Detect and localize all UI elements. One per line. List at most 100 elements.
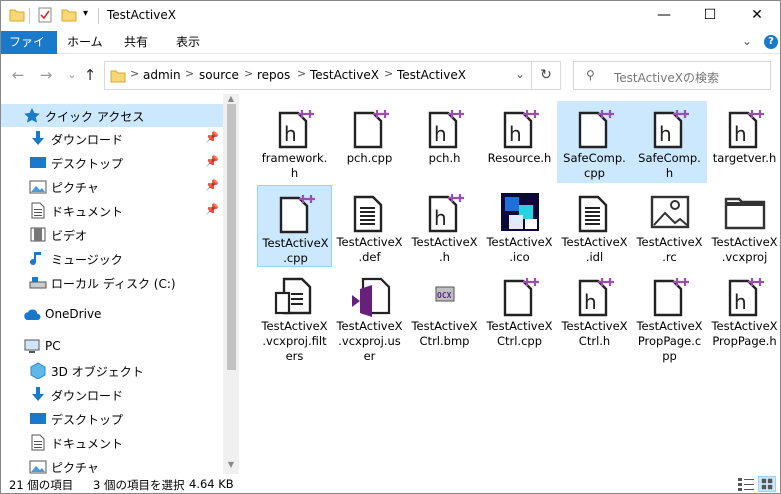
file-name-line: h <box>290 166 299 180</box>
file-name: TestActiveX .def <box>332 235 407 265</box>
file-item[interactable]: h pch.h <box>407 101 482 183</box>
sidebar-item-pictures[interactable]: ピクチャ 📌 <box>1 175 223 198</box>
file-item[interactable]: TestActiveX .rc <box>632 185 707 267</box>
file-name-line: TestActiveX <box>486 319 553 333</box>
breadcrumb-testactivex-current[interactable]: TestActiveX <box>397 68 466 82</box>
file-item[interactable]: TestActiveX .idl <box>557 185 632 267</box>
search-input[interactable]: TestActiveXの検索 <box>614 69 719 86</box>
sidebar-item-video[interactable]: ビデオ <box>1 223 223 246</box>
breadcrumb-separator[interactable]: > <box>244 67 253 80</box>
file-name: TestActiveX .vcxproj <box>707 235 780 265</box>
breadcrumb-separator[interactable]: > <box>297 67 306 80</box>
sidebar-item-label: PC <box>45 339 61 353</box>
file-item[interactable]: h TestActiveX .h <box>407 185 482 267</box>
breadcrumb-separator[interactable]: > <box>185 67 194 80</box>
breadcrumb-repos[interactable]: repos <box>257 68 290 82</box>
sidebar-item-documents[interactable]: ドキュメント <box>1 431 223 454</box>
sidebar-item-label: ダウンロード <box>51 133 124 147</box>
file-item[interactable]: pch.cpp <box>332 101 407 183</box>
sidebar-scrollbar[interactable]: ▲ ▼ <box>223 94 239 474</box>
help-icon[interactable]: ? <box>764 35 778 49</box>
folder-icon[interactable] <box>9 7 25 25</box>
file-item[interactable]: h TestActiveX Ctrl.h <box>557 269 632 351</box>
tab-home[interactable]: ホーム <box>57 31 113 54</box>
sidebar-item-desktop[interactable]: デスクトップ <box>1 407 223 430</box>
file-name-line: .ico <box>509 250 530 264</box>
address-bar[interactable]: > admin > source > repos > TestActiveX >… <box>104 61 532 90</box>
file-h-icon: h <box>428 194 464 233</box>
file-item[interactable]: OCX TestActiveX Ctrl.bmp <box>407 269 482 351</box>
sidebar-item-music[interactable]: ミュージック <box>1 247 223 270</box>
scrollbar-thumb[interactable] <box>227 104 236 370</box>
tab-file[interactable]: ファイル <box>1 31 57 71</box>
documents-icon <box>31 202 45 219</box>
quick-access-dropdown-icon[interactable]: ▾ <box>83 8 88 19</box>
sidebar-item-star[interactable]: クイック アクセス <box>1 104 223 127</box>
svg-text:h: h <box>284 122 297 146</box>
svg-text:h: h <box>734 290 747 314</box>
file-item[interactable]: TestActiveX .vcxproj.filt ers <box>257 269 332 363</box>
forward-button[interactable]: → <box>37 66 55 84</box>
file-name-line: Ctrl.h <box>578 334 611 348</box>
file-item[interactable]: TestActiveX .def <box>332 185 407 267</box>
maximize-button[interactable]: ☐ <box>687 1 733 31</box>
breadcrumb-admin[interactable]: admin <box>143 68 181 82</box>
search-box[interactable]: ⚲ TestActiveXの検索 <box>573 61 771 90</box>
minimize-button[interactable]: — <box>641 1 687 31</box>
new-folder-icon[interactable] <box>61 7 77 25</box>
details-view-icon[interactable] <box>737 476 755 492</box>
file-item[interactable]: SafeComp. cpp <box>557 101 632 183</box>
file-item[interactable]: TestActiveX .cpp <box>257 185 332 267</box>
address-dropdown-icon[interactable]: ⌄ <box>515 67 525 81</box>
file-view: h framework. h pch.cpp h pch.h h Resource.h Safe… <box>239 94 780 474</box>
file-name: TestActiveX .h <box>407 235 482 265</box>
breadcrumb-separator[interactable]: > <box>384 67 393 80</box>
file-name: TestActiveX PropPage.c pp <box>632 319 707 364</box>
sidebar-item-cloud[interactable]: OneDrive <box>1 303 223 326</box>
breadcrumb-source[interactable]: source <box>199 68 239 82</box>
back-button[interactable]: ← <box>9 66 27 84</box>
file-item[interactable]: h TestActiveX PropPage.h <box>707 269 780 351</box>
breadcrumb-separator[interactable]: > <box>130 67 139 80</box>
file-item[interactable]: h SafeComp. h <box>632 101 707 183</box>
sidebar-item-documents[interactable]: ドキュメント 📌 <box>1 199 223 222</box>
file-item[interactable]: TestActiveX .vcxproj.us er <box>332 269 407 363</box>
file-item[interactable]: TestActiveX .ico <box>482 185 557 267</box>
close-button[interactable]: ✕ <box>734 1 780 31</box>
scroll-down-arrow[interactable]: ▼ <box>223 460 239 472</box>
file-item[interactable]: h Resource.h <box>482 101 557 183</box>
properties-icon[interactable] <box>37 7 53 25</box>
sidebar-item-pc[interactable]: PC <box>1 335 223 358</box>
refresh-button[interactable]: ↻ <box>532 61 561 90</box>
pin-icon: 📌 <box>205 179 219 192</box>
recent-locations-icon[interactable]: ⌄ <box>63 66 81 84</box>
file-item[interactable]: TestActiveX .vcxproj <box>707 185 780 267</box>
sidebar-item-download[interactable]: ダウンロード <box>1 383 223 406</box>
breadcrumb-testactivex-parent[interactable]: TestActiveX <box>310 68 379 82</box>
large-icons-view-icon[interactable] <box>758 476 776 492</box>
music-icon <box>30 252 41 266</box>
sidebar-item-desktop[interactable]: デスクトップ 📌 <box>1 151 223 174</box>
tab-view[interactable]: 表示 <box>166 31 210 54</box>
file-name: SafeComp. cpp <box>557 151 632 181</box>
desktop-icon <box>30 413 46 424</box>
file-item[interactable]: h targetver.h <box>707 101 780 183</box>
up-button[interactable]: ↑ <box>81 66 99 84</box>
sidebar-item-download[interactable]: ダウンロード 📌 <box>1 127 223 150</box>
sidebar-item-label: ピクチャ <box>51 181 99 195</box>
pc-icon <box>24 339 40 353</box>
file-item[interactable]: h framework. h <box>257 101 332 183</box>
window-title: TestActiveX <box>107 8 176 22</box>
sidebar-item-drive[interactable]: ローカル ディスク (C:) <box>1 271 223 294</box>
file-item[interactable]: TestActiveX Ctrl.cpp <box>482 269 557 351</box>
ribbon-expand-icon[interactable]: ⌄ <box>742 34 752 48</box>
sidebar-item-3d-objects[interactable]: 3D オブジェクト <box>1 359 223 382</box>
file-name-line: .cpp <box>283 251 308 265</box>
file-item[interactable]: TestActiveX PropPage.c pp <box>632 269 707 363</box>
file-h-icon: h <box>428 110 464 149</box>
sidebar-item-label: ダウンロード <box>51 389 124 403</box>
star-icon <box>24 108 40 123</box>
tab-share[interactable]: 共有 <box>114 31 158 54</box>
sidebar-item-pictures[interactable]: ピクチャ <box>1 455 223 474</box>
file-name-line: TestActiveX <box>711 235 778 249</box>
